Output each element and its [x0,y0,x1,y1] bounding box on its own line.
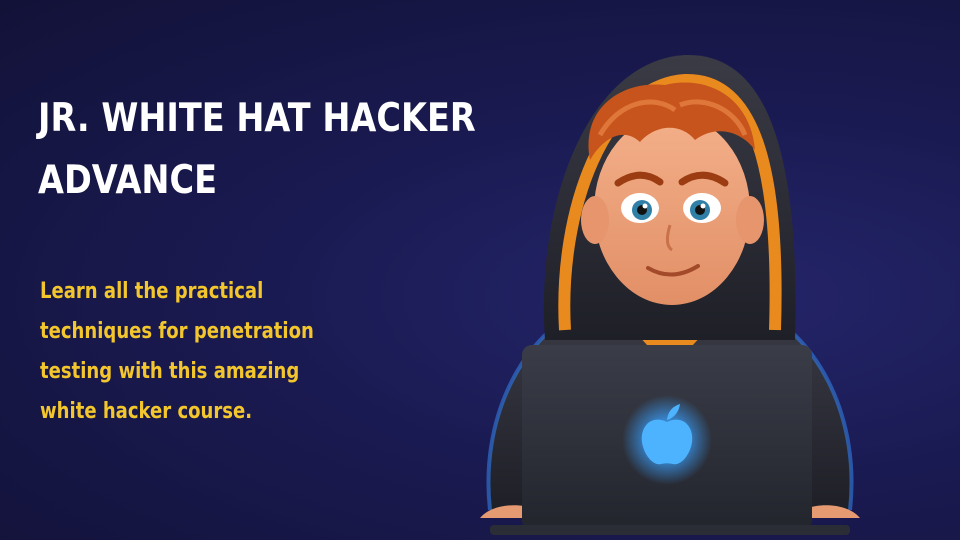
page-title: JR. WHITE HAT HACKER ADVANCE [38,88,476,212]
description-line-4: white hacker course. [40,399,253,424]
course-description: Learn all the practical techniques for p… [40,272,314,432]
title-line-2: ADVANCE [38,158,218,203]
description-line-2: techniques for penetration [40,319,314,344]
description-line-3: testing with this amazing [40,359,300,384]
laptop [490,345,850,535]
description-line-1: Learn all the practical [40,279,264,304]
title-line-1: JR. WHITE HAT HACKER [38,96,476,141]
hacker-boy-illustration [480,54,860,535]
